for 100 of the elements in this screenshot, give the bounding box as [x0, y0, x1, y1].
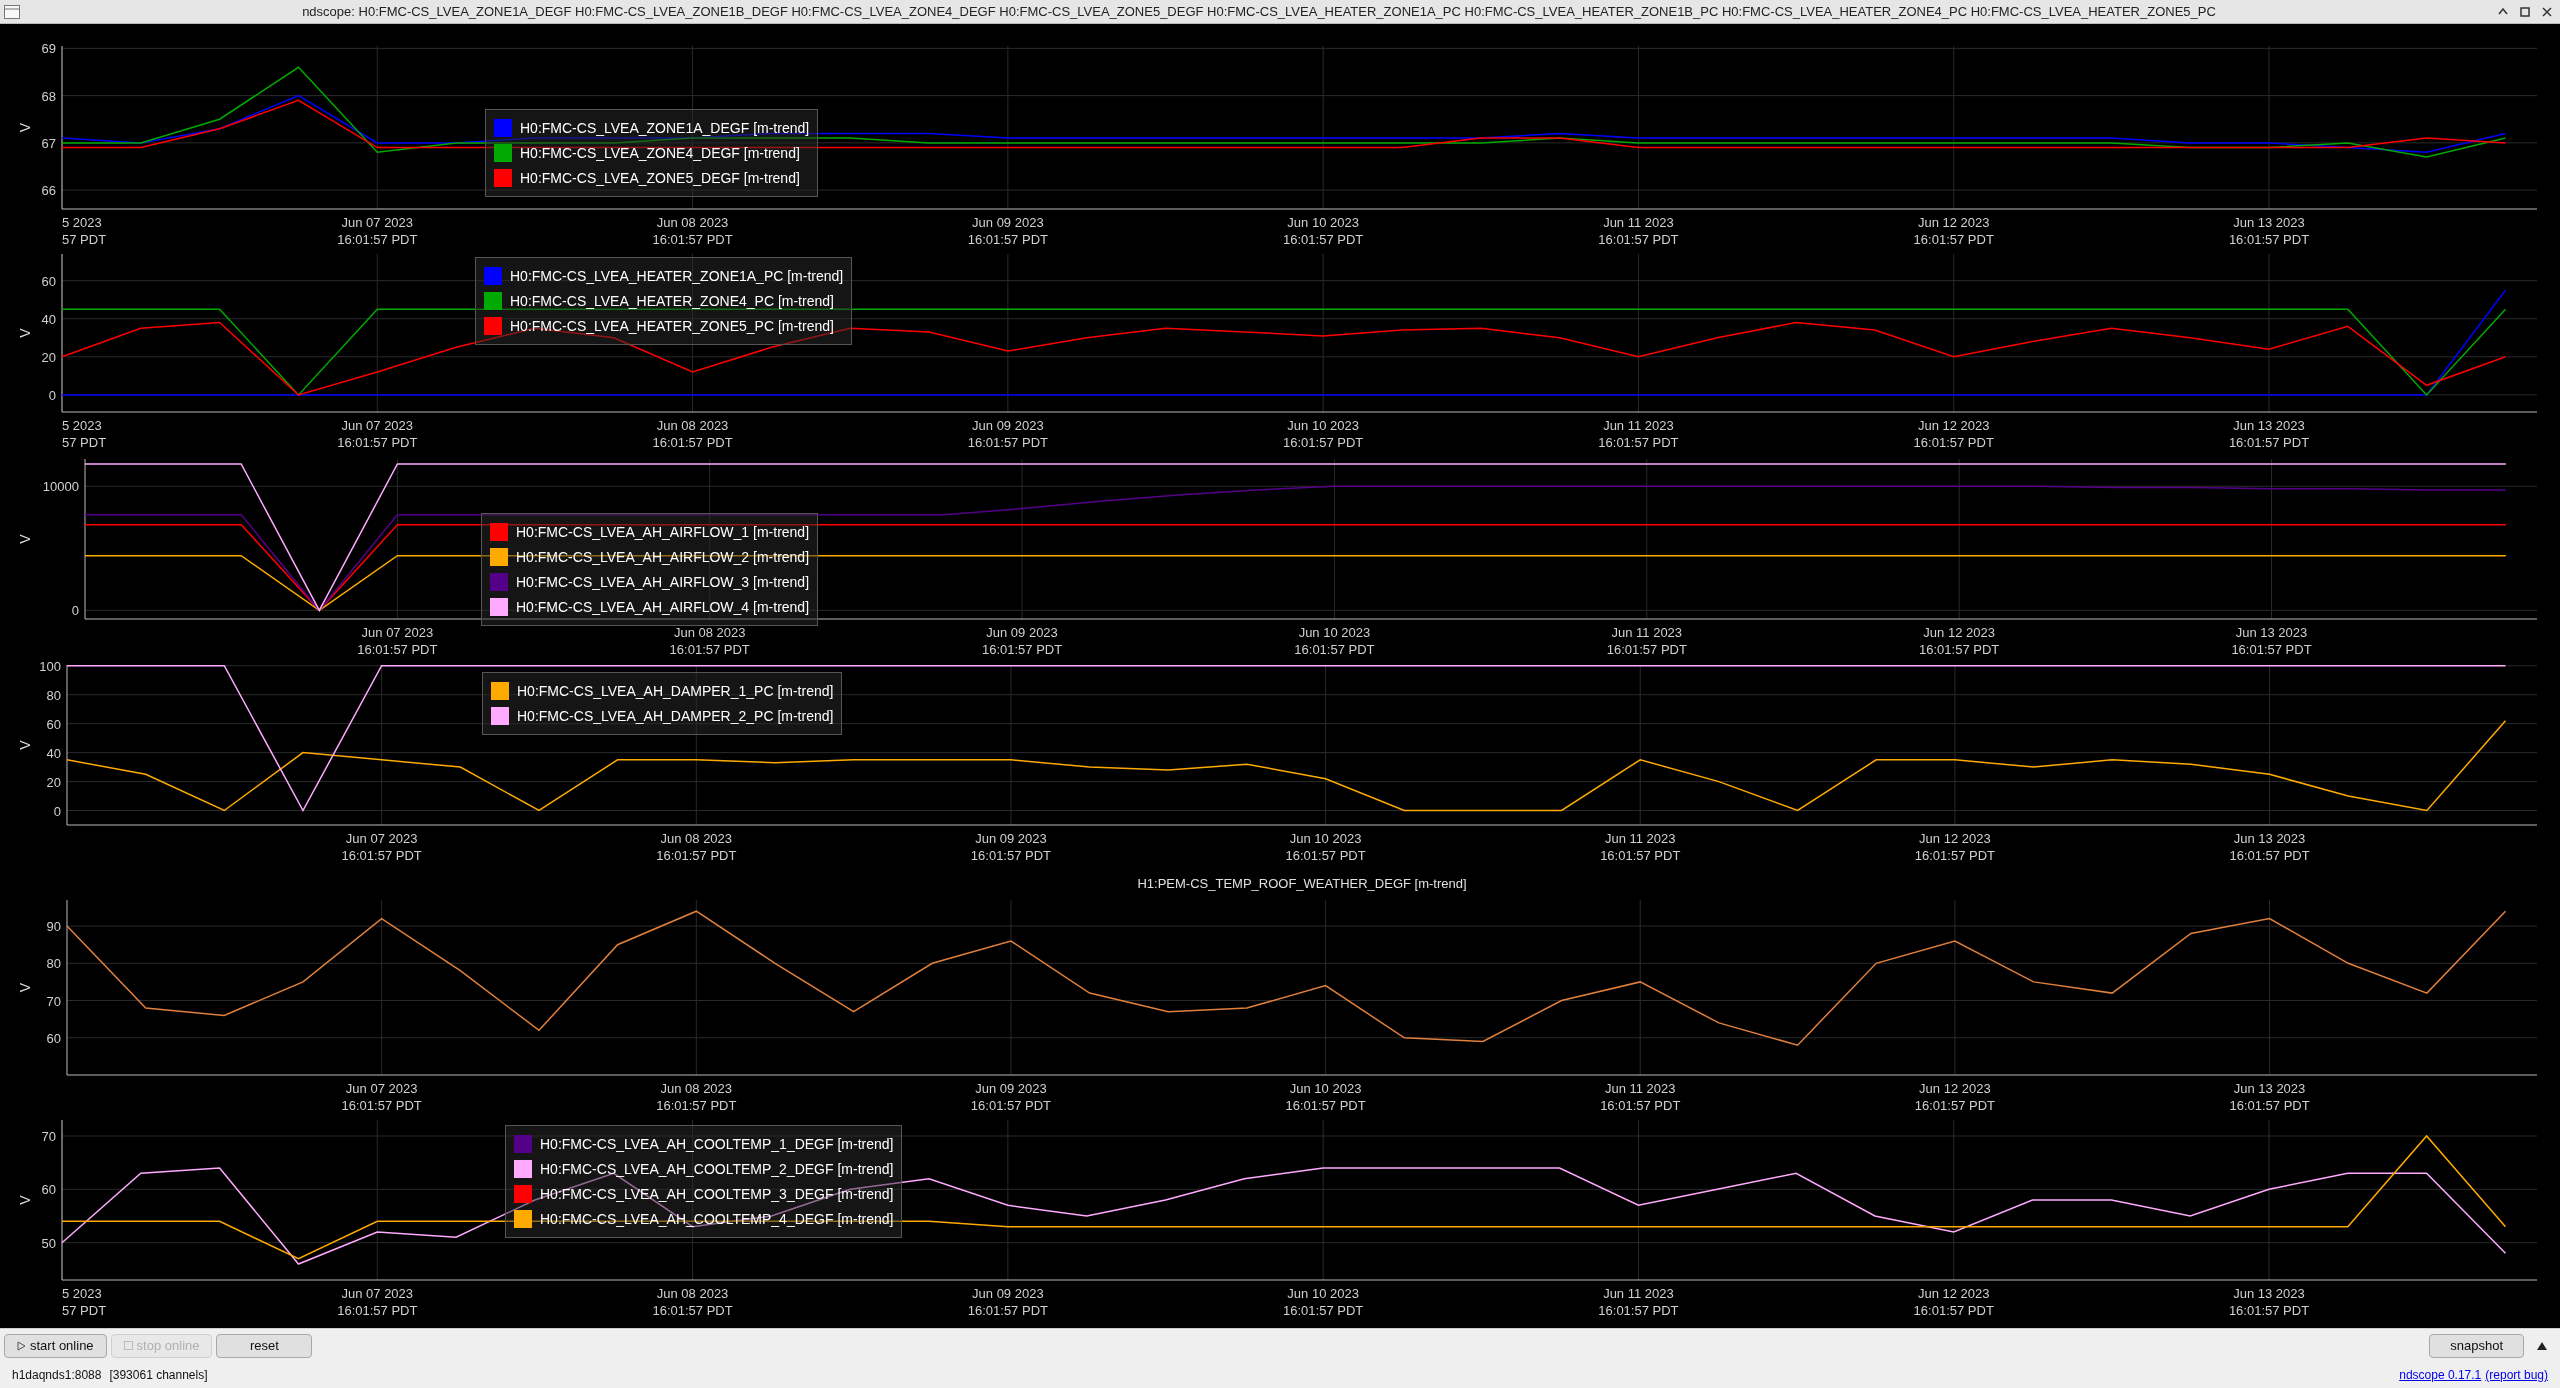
legend-label: H0:FMC-CS_LVEA_AH_AIRFLOW_1 [m-trend]: [516, 523, 810, 542]
y-tick-label: 60: [46, 716, 61, 732]
y-tick-label: 70: [46, 993, 61, 1009]
y-tick-label: 100: [39, 659, 61, 674]
x-tick-label: Jun 13 2023 16:01:57 PDT: [2228, 215, 2310, 247]
x-tick-label: Jun 08 2023 16:01:57 PDT: [652, 215, 733, 247]
legend-label: H0:FMC-CS_LVEA_HEATER_ZONE5_PC [m-trend]: [510, 317, 834, 336]
x-tick-label: Jun 11 2023 16:01:57 PDT: [1606, 625, 1687, 657]
x-tick-label: Jun 10 2023 16:01:57 PDT: [1283, 418, 1364, 450]
chevron-up-icon[interactable]: [2498, 8, 2508, 15]
legend-label: H0:FMC-CS_LVEA_ZONE1A_DEGF [m-trend]: [520, 119, 810, 138]
legend-label: H0:FMC-CS_LVEA_AH_AIRFLOW_3 [m-trend]: [516, 573, 810, 592]
x-tick-label: Jun 12 2023 16:01:57 PDT: [1913, 418, 1994, 450]
x-tick-label: Jun 11 2023 16:01:57 PDT: [1598, 215, 1679, 247]
y-tick-label: 80: [46, 687, 61, 703]
y-tick-label: 70: [41, 1129, 56, 1144]
y-axis-label: V: [17, 1195, 33, 1205]
legend-label: H0:FMC-CS_LVEA_ZONE4_DEGF [m-trend]: [520, 144, 800, 163]
y-tick-label: 90: [46, 919, 61, 935]
x-tick-label: Jun 07 2023 16:01:57 PDT: [337, 1286, 418, 1318]
legend-label: H0:FMC-CS_LVEA_AH_DAMPER_2_PC [m-trend]: [517, 707, 834, 726]
maximize-icon[interactable]: [2520, 6, 2530, 17]
close-icon[interactable]: [2542, 6, 2552, 17]
x-tick-label: Jun 13 2023 16:01:57 PDT: [2229, 1081, 2310, 1113]
x-tick-label: Jun 10 2023 16:01:57 PDT: [1294, 625, 1375, 657]
legend-label: H0:FMC-CS_LVEA_AH_AIRFLOW_2 [m-trend]: [516, 548, 810, 567]
y-axis-label: V: [17, 122, 33, 133]
legend-label: H0:FMC-CS_LVEA_AH_COOLTEMP_3_DEGF [m-trend]: [540, 1185, 894, 1204]
x-tick-label: Jun 08 2023 16:01:57 PDT: [652, 1286, 733, 1318]
x-tick-label: Jun 08 2023 16:01:57 PDT: [669, 625, 750, 657]
x-tick-label: Jun 09 2023 16:01:57 PDT: [967, 215, 1048, 247]
y-tick-label: 20: [41, 349, 56, 365]
x-tick-label: Jun 08 2023 16:01:57 PDT: [656, 831, 737, 863]
x-tick-label: Jun 11 2023 16:01:57 PDT: [1598, 418, 1679, 450]
y-tick-label: 80: [46, 956, 61, 972]
legend-label: H0:FMC-CS_LVEA_AH_COOLTEMP_4_DEGF [m-trend]: [540, 1210, 894, 1229]
legend-label: H0:FMC-CS_LVEA_AH_AIRFLOW_4 [m-trend]: [516, 598, 810, 617]
y-tick-label: 67: [41, 135, 56, 151]
x-tick-label: Jun 07 2023 16:01:57 PDT: [337, 418, 418, 450]
x-tick-label: Jun 12 2023 16:01:57 PDT: [1914, 1081, 1995, 1113]
triangle-up-icon[interactable]: [2536, 1340, 2548, 1351]
y-tick-label: 60: [41, 273, 56, 289]
legend-label: H0:FMC-CS_LVEA_AH_DAMPER_1_PC [m-trend]: [517, 682, 834, 701]
y-tick-label: 10000: [42, 479, 79, 495]
x-tick-label: Jun 12 2023 16:01:57 PDT: [1914, 831, 1995, 863]
connection-address: h1daqnds1:8088: [12, 1367, 102, 1384]
channel-count: [393061 channels]: [109, 1367, 208, 1384]
y-axis-label: V: [17, 982, 33, 993]
y-tick-label: 0: [71, 603, 79, 619]
toolbar-button[interactable]: start online: [4, 1333, 107, 1358]
x-tick-label: Jun 09 2023 16:01:57 PDT: [981, 625, 1063, 657]
x-tick-label: Jun 13 2023 16:01:57 PDT: [2228, 1286, 2310, 1318]
legend-label: H0:FMC-CS_LVEA_HEATER_ZONE1A_PC [m-trend]: [510, 267, 844, 286]
x-tick-label: Jun 09 2023 16:01:57 PDT: [970, 831, 1052, 863]
legend-label: H0:FMC-CS_LVEA_HEATER_ZONE4_PC [m-trend]: [510, 292, 834, 311]
x-tick-label: 5 2023 57 PDT: [62, 1286, 107, 1318]
x-tick-label: Jun 11 2023 16:01:57 PDT: [1598, 1286, 1679, 1318]
play-icon: [17, 1340, 26, 1351]
stop-icon: [123, 1341, 133, 1350]
y-axis-label: V: [17, 740, 33, 750]
legend-label: H0:FMC-CS_LVEA_AH_COOLTEMP_2_DEGF [m-trend]: [540, 1160, 894, 1179]
y-tick-label: 50: [41, 1235, 56, 1251]
y-axis-label: V: [17, 534, 33, 544]
y-tick-label: 0: [53, 803, 61, 819]
x-tick-label: Jun 09 2023 16:01:57 PDT: [970, 1081, 1052, 1113]
x-tick-label: Jun 07 2023 16:01:57 PDT: [341, 1081, 422, 1113]
window-title: ndscope: H0:FMC-CS_LVEA_ZONE1A_DEGF H0:FMC-CS_LVEA_ZONE1B_DEGF H0:FMC-CS_LVEA_ZONE4_DEGF H0:FMC-CS_LVEA_ZONE5_DEGF H0:FMC-CS_LVEA_HEATER_ZONE1A_PC H0:FMC-CS_LVEA_HEATER_ZONE1B_PC H0:FMC-CS_LVEA_HEATER_ZONE4_PC H0:FMC-CS_LVEA_HEATER_ZONE5_PC: [302, 2, 2216, 21]
x-tick-label: Jun 12 2023 16:01:57 PDT: [1913, 215, 1994, 247]
y-tick-label: 20: [46, 774, 61, 790]
x-tick-label: Jun 13 2023 16:01:57 PDT: [2229, 831, 2310, 863]
snapshot-button[interactable]: snapshot: [2429, 1333, 2524, 1358]
y-tick-label: 40: [46, 745, 61, 761]
x-tick-label: Jun 10 2023 16:01:57 PDT: [1285, 1081, 1366, 1113]
x-tick-label: Jun 13 2023 16:01:57 PDT: [2228, 418, 2310, 450]
x-tick-label: Jun 08 2023 16:01:57 PDT: [652, 418, 733, 450]
x-tick-label: Jun 11 2023 16:01:57 PDT: [1600, 831, 1681, 863]
x-tick-label: Jun 07 2023 16:01:57 PDT: [337, 215, 418, 247]
app-icon: [4, 4, 20, 19]
x-tick-label: Jun 12 2023 16:01:57 PDT: [1919, 625, 2000, 657]
x-tick-label: Jun 12 2023 16:01:57 PDT: [1913, 1286, 1994, 1318]
x-tick-label: Jun 11 2023 16:01:57 PDT: [1600, 1081, 1681, 1113]
x-tick-label: Jun 10 2023 16:01:57 PDT: [1285, 831, 1366, 863]
y-tick-label: 0: [48, 387, 56, 403]
y-tick-label: 40: [41, 311, 56, 327]
x-tick-label: Jun 08 2023 16:01:57 PDT: [656, 1081, 737, 1113]
y-tick-label: 69: [41, 41, 56, 57]
y-tick-label: 68: [41, 88, 56, 104]
y-axis-label: V: [17, 328, 33, 338]
legend-label: H0:FMC-CS_LVEA_AH_COOLTEMP_1_DEGF [m-trend]: [540, 1135, 894, 1154]
x-tick-label: Jun 10 2023 16:01:57 PDT: [1283, 1286, 1364, 1318]
x-tick-label: 5 2023 57 PDT: [62, 215, 107, 247]
x-tick-label: Jun 09 2023 16:01:57 PDT: [967, 418, 1048, 450]
toolbar-button[interactable]: reset: [216, 1333, 313, 1358]
y-tick-label: 60: [46, 1030, 61, 1046]
report-bug-link[interactable]: (report bug): [2485, 1366, 2548, 1384]
legend-label: H0:FMC-CS_LVEA_ZONE5_DEGF [m-trend]: [520, 169, 800, 188]
version-link[interactable]: ndscope 0.17.1: [2399, 1366, 2482, 1384]
x-tick-label: Jun 07 2023 16:01:57 PDT: [357, 625, 438, 657]
x-tick-label: Jun 13 2023 16:01:57 PDT: [2231, 625, 2312, 657]
x-tick-label: Jun 09 2023 16:01:57 PDT: [967, 1286, 1048, 1318]
